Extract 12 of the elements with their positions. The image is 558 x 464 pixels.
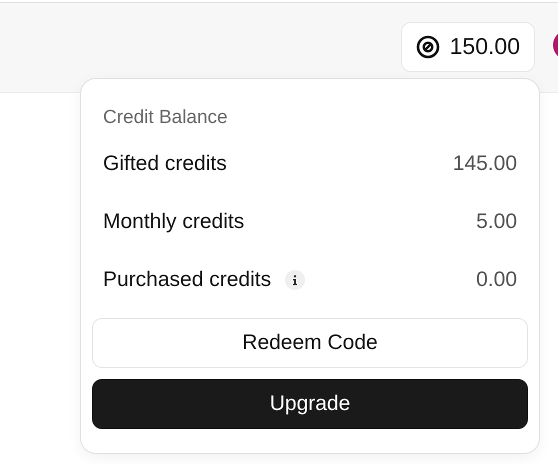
info-icon[interactable] xyxy=(285,270,306,290)
credit-label: Monthly credits xyxy=(103,210,244,234)
credit-amount: 0.00 xyxy=(476,268,517,292)
upgrade-button[interactable]: Upgrade xyxy=(92,379,528,429)
credit-amount: 145.00 xyxy=(452,152,517,176)
coin-icon xyxy=(416,34,440,58)
credit-balance-button[interactable]: 150.00 xyxy=(400,22,535,72)
credit-amount: 5.00 xyxy=(476,210,517,234)
credit-label: Gifted credits xyxy=(103,152,227,176)
credit-label: Purchased credits xyxy=(103,268,272,292)
redeem-code-button[interactable]: Redeem Code xyxy=(92,318,528,368)
popup-title: Credit Balance xyxy=(103,107,229,130)
